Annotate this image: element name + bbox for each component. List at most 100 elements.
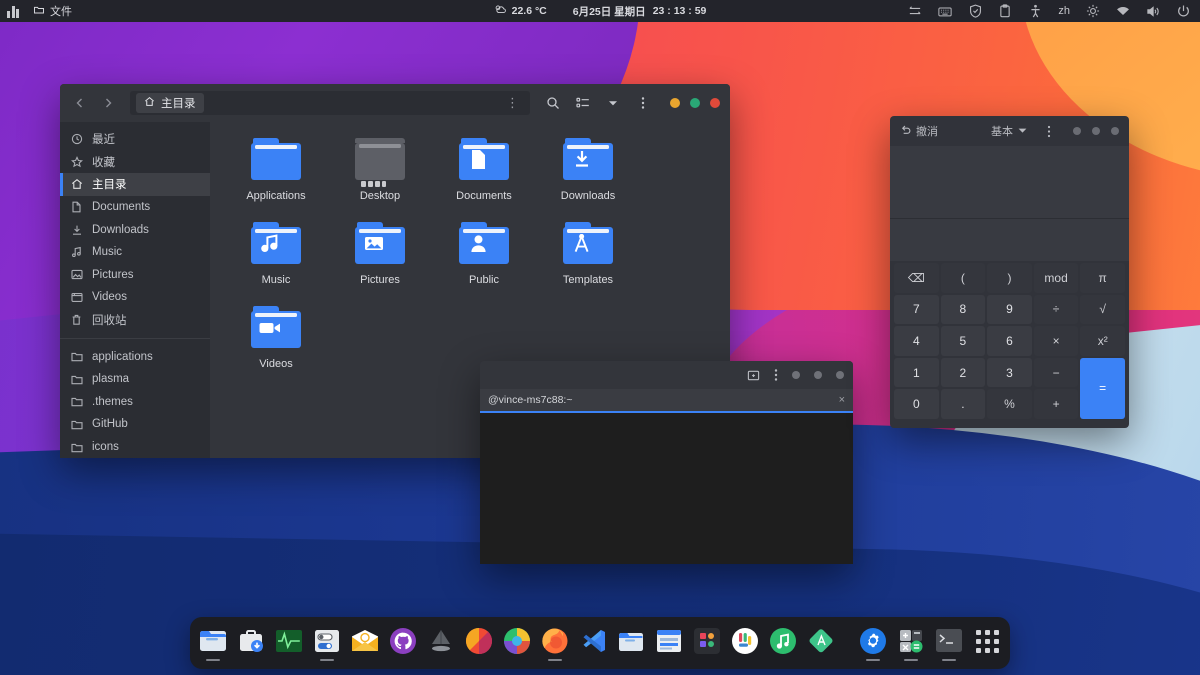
sidebar-bookmark-plasma[interactable]: plasma bbox=[60, 368, 210, 391]
terminal-titlebar[interactable] bbox=[480, 361, 853, 389]
dock-mail[interactable] bbox=[349, 621, 381, 665]
weather-indicator[interactable]: 22.6 °C bbox=[494, 4, 547, 19]
accessibility-icon[interactable] bbox=[1028, 4, 1042, 18]
dock-calculator[interactable] bbox=[895, 621, 927, 665]
zero-key[interactable]: 0 bbox=[894, 389, 939, 419]
close-paren-key[interactable]: ) bbox=[987, 263, 1032, 293]
calculator-window[interactable]: 撤消 基本 ⌫ ( ) mod π 7 8 9 bbox=[890, 116, 1129, 428]
terminal-maximize-button[interactable] bbox=[814, 371, 822, 379]
minimize-button[interactable] bbox=[670, 98, 680, 108]
sidebar-bookmark-icons[interactable]: icons bbox=[60, 436, 210, 458]
decimal-key[interactable]: . bbox=[941, 389, 986, 419]
sidebar-item-music[interactable]: Music bbox=[60, 241, 210, 264]
dock-slack[interactable] bbox=[729, 621, 761, 665]
sidebar-item-favorites[interactable]: 收藏 bbox=[60, 151, 210, 174]
hamburger-menu-icon[interactable] bbox=[1047, 125, 1051, 138]
three-key[interactable]: 3 bbox=[987, 358, 1032, 388]
file-item-videos[interactable]: Videos bbox=[224, 302, 328, 386]
clipboard-icon[interactable] bbox=[998, 4, 1012, 18]
dock-settings-toggles[interactable] bbox=[311, 621, 343, 665]
file-item-music[interactable]: Music bbox=[224, 218, 328, 302]
path-options-icon[interactable]: ⋮ bbox=[502, 95, 524, 111]
sidebar-item-recent[interactable]: 最近 bbox=[60, 128, 210, 151]
one-key[interactable]: 1 bbox=[894, 358, 939, 388]
shield-icon[interactable] bbox=[968, 4, 982, 18]
sidebar-item-downloads[interactable]: Downloads bbox=[60, 218, 210, 241]
sidebar-item-pictures[interactable]: Pictures bbox=[60, 264, 210, 287]
breadcrumb[interactable]: 主目录 bbox=[136, 93, 204, 113]
dock-inkscape[interactable] bbox=[425, 621, 457, 665]
sidebar-bookmark-applications[interactable]: applications bbox=[60, 345, 210, 368]
pi-key[interactable]: π bbox=[1080, 263, 1125, 293]
dock-files[interactable] bbox=[197, 621, 229, 665]
sidebar-bookmark-themes[interactable]: .themes bbox=[60, 391, 210, 414]
six-key[interactable]: 6 bbox=[987, 326, 1032, 356]
file-item-applications[interactable]: Applications bbox=[224, 134, 328, 218]
hamburger-menu-icon[interactable] bbox=[630, 91, 656, 115]
add-key[interactable]: + bbox=[1034, 389, 1079, 419]
seven-key[interactable]: 7 bbox=[894, 295, 939, 325]
hamburger-menu-icon[interactable] bbox=[774, 368, 778, 382]
calculator-minimize-button[interactable] bbox=[1073, 127, 1081, 135]
dock-settings[interactable] bbox=[857, 621, 889, 665]
file-item-documents[interactable]: Documents bbox=[432, 134, 536, 218]
nine-key[interactable]: 9 bbox=[987, 295, 1032, 325]
close-icon[interactable]: × bbox=[839, 394, 845, 406]
dock-krita[interactable] bbox=[805, 621, 837, 665]
equals-key[interactable]: = bbox=[1080, 358, 1125, 419]
sidebar-item-trash[interactable]: 回收站 bbox=[60, 309, 210, 332]
calculator-mode-selector[interactable]: 基本 bbox=[991, 123, 1027, 139]
terminal-output-area[interactable] bbox=[480, 413, 853, 564]
undo-button[interactable]: 撤消 bbox=[900, 123, 938, 139]
four-key[interactable]: 4 bbox=[894, 326, 939, 356]
mod-key[interactable]: mod bbox=[1034, 263, 1079, 293]
calculator-close-button[interactable] bbox=[1111, 127, 1119, 135]
dock-color-wheel[interactable] bbox=[501, 621, 533, 665]
square-key[interactable]: x² bbox=[1080, 326, 1125, 356]
sqrt-key[interactable]: √ bbox=[1080, 295, 1125, 325]
forward-button[interactable] bbox=[96, 91, 120, 115]
dock-software[interactable] bbox=[235, 621, 267, 665]
dock-gimp[interactable] bbox=[463, 621, 495, 665]
dock-github[interactable] bbox=[387, 621, 419, 665]
file-item-public[interactable]: Public bbox=[432, 218, 536, 302]
dock-firefox[interactable] bbox=[539, 621, 571, 665]
file-item-downloads[interactable]: Downloads bbox=[536, 134, 640, 218]
path-bar[interactable]: 主目录 ⋮ bbox=[130, 91, 530, 115]
terminal-tab[interactable]: @vince-ms7c88:~ × bbox=[480, 389, 853, 413]
divide-key[interactable]: ÷ bbox=[1034, 295, 1079, 325]
file-item-pictures[interactable]: Pictures bbox=[328, 218, 432, 302]
file-item-desktop[interactable]: Desktop bbox=[328, 134, 432, 218]
backspace-key[interactable]: ⌫ bbox=[894, 263, 939, 293]
multiply-key[interactable]: × bbox=[1034, 326, 1079, 356]
sidebar-item-home[interactable]: 主目录 bbox=[60, 173, 210, 196]
dock-files-alt[interactable] bbox=[615, 621, 647, 665]
clock-indicator[interactable]: 6月25日 星期日 23 : 13 : 59 bbox=[573, 4, 707, 19]
file-item-templates[interactable]: Templates bbox=[536, 218, 640, 302]
sidebar-bookmark-github[interactable]: GitHub bbox=[60, 413, 210, 436]
new-tab-icon[interactable] bbox=[747, 369, 760, 382]
terminal-window[interactable]: @vince-ms7c88:~ × bbox=[480, 361, 853, 564]
dock-system-monitor[interactable] bbox=[273, 621, 305, 665]
chevron-down-icon[interactable] bbox=[600, 91, 626, 115]
dock-figma[interactable] bbox=[691, 621, 723, 665]
keyboard-icon[interactable] bbox=[938, 4, 952, 18]
calculator-maximize-button[interactable] bbox=[1092, 127, 1100, 135]
subtract-key[interactable]: − bbox=[1034, 358, 1079, 388]
percent-key[interactable]: % bbox=[987, 389, 1032, 419]
terminal-minimize-button[interactable] bbox=[792, 371, 800, 379]
close-button[interactable] bbox=[710, 98, 720, 108]
two-key[interactable]: 2 bbox=[941, 358, 986, 388]
view-list-icon[interactable] bbox=[570, 91, 596, 115]
volume-icon[interactable] bbox=[1146, 4, 1160, 18]
network-settings-icon[interactable] bbox=[908, 4, 922, 18]
power-icon[interactable] bbox=[1176, 4, 1190, 18]
dock-app-grid[interactable] bbox=[971, 621, 1003, 665]
dock-terminal[interactable] bbox=[933, 621, 965, 665]
sidebar-item-documents[interactable]: Documents bbox=[60, 196, 210, 219]
dock-vscode[interactable] bbox=[577, 621, 609, 665]
dock-notes[interactable] bbox=[653, 621, 685, 665]
brightness-icon[interactable] bbox=[1086, 4, 1100, 18]
language-indicator[interactable]: zh bbox=[1058, 5, 1070, 17]
wifi-icon[interactable] bbox=[1116, 4, 1130, 18]
